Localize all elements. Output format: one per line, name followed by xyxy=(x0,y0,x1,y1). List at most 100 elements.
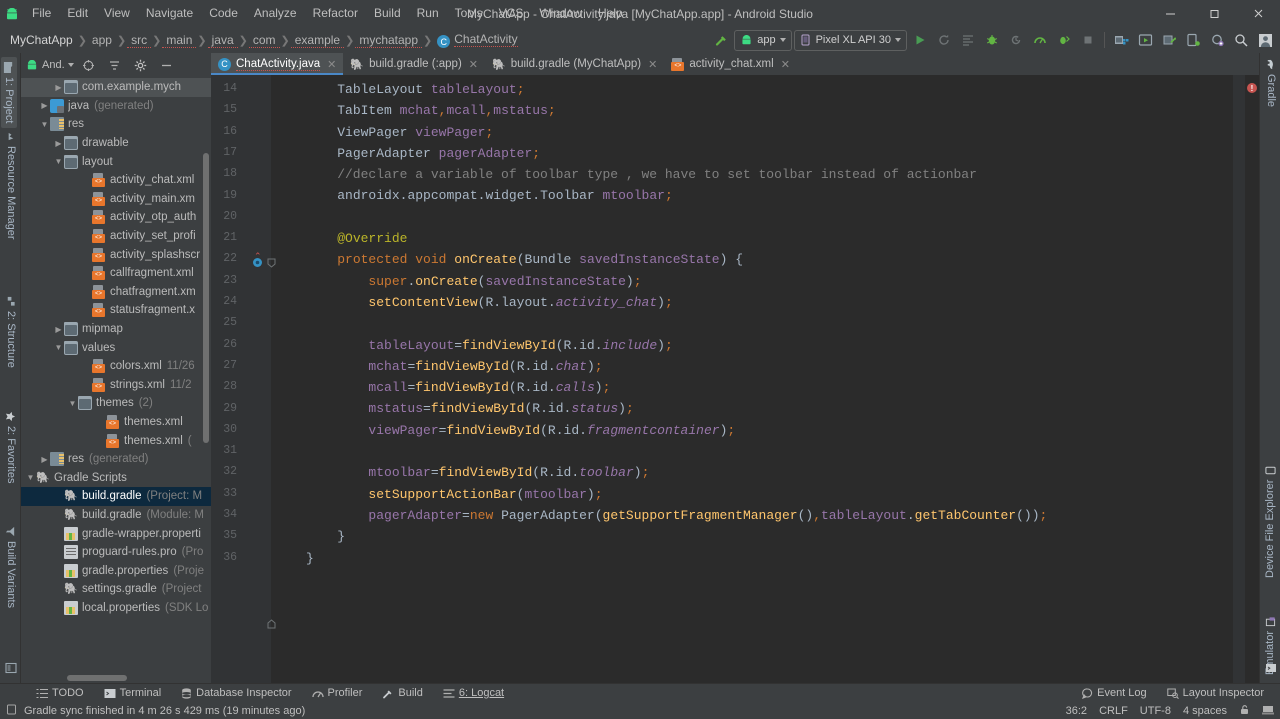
tree-expand-arrow[interactable]: ▶ xyxy=(39,101,50,110)
close-icon[interactable]: ✕ xyxy=(781,58,790,71)
stop-button[interactable] xyxy=(1077,29,1099,51)
tree-item-gradle-scripts[interactable]: ▼ 🐘 Gradle Scripts xyxy=(21,468,211,487)
avd-manager-icon[interactable] xyxy=(1134,29,1156,51)
breadcrumb-java[interactable]: java xyxy=(207,33,238,48)
menu-file[interactable]: File xyxy=(24,0,59,27)
tree-item-build-gradle[interactable]: 🐘 build.gradle (Module: M xyxy=(21,506,211,525)
profile-app-icon[interactable] xyxy=(1158,29,1180,51)
tool-window-profiler[interactable]: Profiler xyxy=(302,684,373,703)
tree-item-activity-splashscr[interactable]: activity_splashscr xyxy=(21,245,211,264)
menu-refactor[interactable]: Refactor xyxy=(305,0,366,27)
breadcrumb-main[interactable]: main xyxy=(162,33,197,48)
tree-item-themes[interactable]: ▼ themes (2) xyxy=(21,394,211,413)
collapse-all-icon[interactable] xyxy=(104,54,126,76)
tree-item-activity-main-xm[interactable]: activity_main.xm xyxy=(21,190,211,209)
tree-expand-arrow[interactable]: ▶ xyxy=(53,139,64,148)
breadcrumb-chatactivity[interactable]: C ChatActivity xyxy=(433,31,521,49)
project-tree[interactable]: ▶ com.example.mych ▶ java (generated) ▼ res ▶ dr… xyxy=(21,77,211,683)
close-button[interactable] xyxy=(1236,0,1280,27)
tree-item-drawable[interactable]: ▶ drawable xyxy=(21,134,211,153)
tree-expand-arrow[interactable]: ▼ xyxy=(53,343,64,352)
apply-code-changes-icon[interactable] xyxy=(957,29,979,51)
tree-item-activity-otp-auth[interactable]: activity_otp_auth xyxy=(21,208,211,227)
profiler-icon[interactable] xyxy=(1029,29,1051,51)
layout-editor-icon[interactable] xyxy=(5,662,17,677)
tree-expand-arrow[interactable]: ▼ xyxy=(25,473,36,482)
tree-item-colors-xml[interactable]: colors.xml 11/26 xyxy=(21,357,211,376)
hide-panel-icon[interactable] xyxy=(156,54,178,76)
run-with-coverage-icon[interactable] xyxy=(1053,29,1075,51)
stripe-item-resource-manager[interactable]: Resource Manager xyxy=(5,131,17,240)
tree-item-callfragment-xml[interactable]: callfragment.xml xyxy=(21,264,211,283)
tree-item-gradle-wrapper-properti[interactable]: gradle-wrapper.properti xyxy=(21,524,211,543)
sync-gradle-icon[interactable] xyxy=(1206,29,1228,51)
breadcrumb-src[interactable]: src xyxy=(127,33,152,48)
apply-changes-icon[interactable] xyxy=(933,29,955,51)
file-encoding[interactable]: UTF-8 xyxy=(1140,705,1171,717)
breadcrumb-myChatApp[interactable]: MyChatApp xyxy=(6,33,77,47)
tree-item-gradle-properties[interactable]: gradle.properties (Proje xyxy=(21,561,211,580)
menu-build[interactable]: Build xyxy=(366,0,409,27)
tree-expand-arrow[interactable]: ▼ xyxy=(39,120,50,129)
tool-window-build[interactable]: Build xyxy=(372,684,432,703)
tool-window-database-inspector[interactable]: Database Inspector xyxy=(171,684,301,703)
tool-window-terminal[interactable]: Terminal xyxy=(94,684,172,703)
editor-tab-build-gradle-app[interactable]: 🐘 build.gradle (:app) ✕ xyxy=(343,53,485,75)
tree-item-settings-gradle[interactable]: 🐘 settings.gradle (Project xyxy=(21,580,211,599)
run-button[interactable] xyxy=(909,29,931,51)
editor-tab-build-gradle-mychatapp[interactable]: 🐘 build.gradle (MyChatApp) ✕ xyxy=(485,53,664,75)
breadcrumb-com[interactable]: com xyxy=(248,33,280,48)
menu-navigate[interactable]: Navigate xyxy=(138,0,201,27)
project-tree-scrollbar-horizontal[interactable] xyxy=(67,675,127,681)
breadcrumb-app[interactable]: app xyxy=(88,33,116,47)
search-everywhere-icon[interactable] xyxy=(1230,29,1252,51)
maximize-button[interactable] xyxy=(1192,0,1236,27)
caret-position[interactable]: 36:2 xyxy=(1066,705,1087,717)
menu-analyze[interactable]: Analyze xyxy=(246,0,305,27)
menu-edit[interactable]: Edit xyxy=(59,0,96,27)
tree-expand-arrow[interactable]: ▼ xyxy=(53,157,64,166)
indent-setting[interactable]: 4 spaces xyxy=(1183,705,1227,717)
tree-item-res[interactable]: ▼ res xyxy=(21,115,211,134)
debug-button[interactable] xyxy=(981,29,1003,51)
breadcrumb-example[interactable]: example xyxy=(290,33,345,48)
tree-item-java[interactable]: ▶ java (generated) xyxy=(21,97,211,116)
terminal-stripe-icon[interactable] xyxy=(1265,662,1277,677)
layout-inspector-button[interactable]: Layout Inspector xyxy=(1157,684,1274,703)
gear-icon[interactable] xyxy=(130,54,152,76)
tree-item-layout[interactable]: ▼ layout xyxy=(21,152,211,171)
tree-item-res[interactable]: ▶ res (generated) xyxy=(21,450,211,469)
tree-item-build-gradle[interactable]: 🐘 build.gradle (Project: M xyxy=(21,487,211,506)
tree-expand-arrow[interactable]: ▶ xyxy=(39,455,50,464)
select-opened-file-icon[interactable] xyxy=(78,54,100,76)
tree-item-proguard-rules-pro[interactable]: proguard-rules.pro (Pro xyxy=(21,543,211,562)
tree-item-values[interactable]: ▼ values xyxy=(21,338,211,357)
editor-tab-chatactivity-java[interactable]: C ChatActivity.java ✕ xyxy=(211,53,344,75)
avatar[interactable] xyxy=(1254,29,1276,51)
tree-expand-arrow[interactable]: ▼ xyxy=(67,399,78,408)
project-tree-scrollbar-vertical[interactable] xyxy=(203,153,209,443)
tree-item-themes-xml[interactable]: themes.xml xyxy=(21,413,211,432)
device-manager-icon[interactable] xyxy=(1182,29,1204,51)
menu-code[interactable]: Code xyxy=(201,0,246,27)
tree-item-statusfragment-x[interactable]: statusfragment.x xyxy=(21,301,211,320)
tree-item-local-properties[interactable]: local.properties (SDK Lo xyxy=(21,599,211,618)
close-icon[interactable]: ✕ xyxy=(327,58,336,71)
tool-window-logcat[interactable]: 6: Logcat xyxy=(433,684,514,703)
stripe-item-device-file-explorer[interactable]: Device File Explorer xyxy=(1264,465,1276,578)
stripe-item-structure[interactable]: 2: Structure xyxy=(5,296,17,368)
line-separator[interactable]: CRLF xyxy=(1099,705,1128,717)
tree-expand-arrow[interactable]: ▶ xyxy=(53,325,64,334)
tree-expand-arrow[interactable]: ▶ xyxy=(53,83,64,92)
event-log-button[interactable]: Event Log xyxy=(1072,684,1157,703)
editor-tab-activity-chat-xml[interactable]: activity_chat.xml ✕ xyxy=(664,53,797,75)
attach-debugger-icon[interactable] xyxy=(1005,29,1027,51)
menu-view[interactable]: View xyxy=(96,0,138,27)
project-view-selector[interactable]: And. xyxy=(25,59,74,71)
tree-item-strings-xml[interactable]: strings.xml 11/2 xyxy=(21,376,211,395)
error-indicator-icon[interactable]: ! xyxy=(1247,83,1257,93)
close-icon[interactable]: ✕ xyxy=(648,58,657,71)
editor-gutter[interactable]: ⌃ 14 15 16 17 18 19 20 21 22 23 24 25 26 27 28 29 30 31 32… xyxy=(211,75,276,683)
code-editor[interactable]: ⌃ 14 15 16 17 18 19 20 21 22 23 24 25 26 27 28 29 30 31 32… xyxy=(211,75,1259,683)
close-icon[interactable]: ✕ xyxy=(469,58,478,71)
